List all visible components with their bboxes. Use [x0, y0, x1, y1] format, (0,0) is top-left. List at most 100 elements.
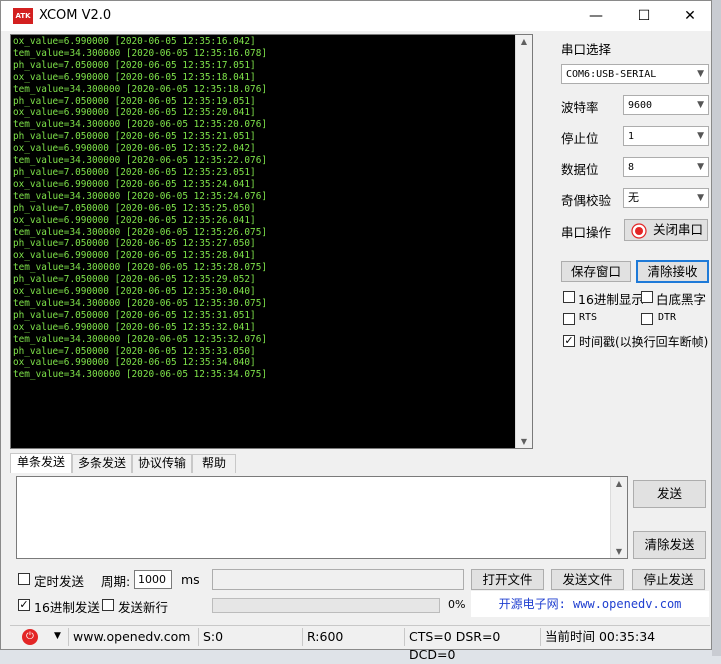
chevron-down-icon: ▼ — [697, 193, 704, 203]
receive-log-line: ph_value=7.050000 [2020-06-05 12:35:21.0… — [13, 131, 256, 143]
receive-log-line: tem_value=34.300000 [2020-06-05 12:35:28… — [13, 262, 267, 274]
tab-single-send[interactable]: 单条发送 — [10, 453, 72, 473]
status-bar: ⏻ ▼ www.openedv.com S:0 R:600 CTS=0 DSR=… — [10, 625, 710, 662]
tab-protocol-transfer[interactable]: 协议传输 — [132, 454, 192, 473]
receive-log-line: ox_value=6.990000 [2020-06-05 12:35:18.0… — [13, 71, 256, 83]
period-input[interactable]: 1000 — [134, 570, 172, 589]
port-select[interactable]: COM6:USB-SERIAL ▼ — [561, 64, 709, 84]
new-line-checkbox[interactable] — [102, 599, 114, 611]
close-port-label: 关闭串口 — [653, 222, 704, 237]
send-input-area[interactable]: ▲ ▼ — [16, 476, 628, 559]
receive-log-line: ox_value=6.990000 [2020-06-05 12:35:32.0… — [13, 321, 256, 333]
file-path-field[interactable] — [212, 569, 464, 590]
white-background-label: 白底黑字 — [656, 292, 707, 307]
xcom-window: ATK XCOM V2.0 — ☐ ✕ ox_value=6.990000 [2… — [0, 0, 712, 662]
receive-log-line: ph_value=7.050000 [2020-06-05 12:35:31.0… — [13, 309, 256, 321]
receive-log-line: ox_value=6.990000 [2020-06-05 12:35:20.0… — [13, 107, 256, 119]
dtr-checkbox[interactable] — [641, 313, 653, 325]
save-window-button[interactable]: 保存窗口 — [561, 261, 631, 282]
receive-log-line: tem_value=34.300000 [2020-06-05 12:35:30… — [13, 297, 267, 309]
port-status-icon — [631, 223, 647, 239]
rts-checkbox[interactable] — [563, 313, 575, 325]
timed-send-checkbox[interactable] — [18, 573, 30, 585]
receive-log-line: ph_value=7.050000 [2020-06-05 12:35:23.0… — [13, 166, 256, 178]
chevron-down-icon: ▼ — [697, 162, 704, 172]
hex-send-label: 16进制发送 — [34, 600, 100, 615]
hex-display-checkbox[interactable] — [563, 291, 575, 303]
dropdown-arrow-icon[interactable]: ▼ — [54, 631, 61, 641]
stop-bits-value: 1 — [628, 131, 635, 142]
receive-log-line: ox_value=6.990000 [2020-06-05 12:35:22.0… — [13, 143, 256, 155]
receive-log-line: ox_value=6.990000 [2020-06-05 12:35:34.0… — [13, 357, 256, 369]
power-icon[interactable]: ⏻ — [22, 629, 38, 645]
period-label: 周期: — [101, 574, 131, 589]
hex-send-checkbox[interactable]: ✓ — [18, 599, 30, 611]
rts-label: RTS — [579, 312, 598, 323]
clear-send-button[interactable]: 清除发送 — [633, 531, 706, 559]
receive-area[interactable]: ox_value=6.990000 [2020-06-05 12:35:16.0… — [10, 34, 533, 449]
baud-rate-label: 波特率 — [561, 100, 599, 115]
receive-log-line: tem_value=34.300000 [2020-06-05 12:35:34… — [13, 369, 267, 381]
scroll-down-icon[interactable]: ▼ — [611, 547, 627, 556]
data-bits-label: 数据位 — [561, 162, 599, 177]
chevron-down-icon: ▼ — [697, 131, 704, 141]
receive-log-line: tem_value=34.300000 [2020-06-05 12:35:20… — [13, 119, 267, 131]
receive-scrollbar[interactable]: ▲ ▼ — [515, 35, 532, 448]
stop-bits-select[interactable]: 1 ▼ — [623, 126, 709, 146]
send-scrollbar[interactable]: ▲ ▼ — [610, 477, 627, 558]
receive-log-line: ox_value=6.990000 [2020-06-05 12:35:28.0… — [13, 250, 256, 262]
parity-value: 无 — [628, 191, 639, 204]
window-title: XCOM V2.0 — [39, 8, 112, 23]
title-bar: ATK XCOM V2.0 — ☐ ✕ — [1, 1, 711, 31]
status-received-count: R:600 — [302, 628, 404, 646]
parity-label: 奇偶校验 — [561, 193, 612, 208]
receive-log-line: ox_value=6.990000 [2020-06-05 12:35:16.0… — [13, 36, 256, 47]
receive-log-line: tem_value=34.300000 [2020-06-05 12:35:24… — [13, 190, 267, 202]
maximize-button[interactable]: ☐ — [621, 1, 667, 31]
send-progress-bar — [212, 598, 440, 613]
port-select-value: COM6:USB-SERIAL — [566, 69, 657, 80]
receive-log-line: tem_value=34.300000 [2020-06-05 12:35:16… — [13, 47, 267, 59]
baud-rate-select[interactable]: 9600 ▼ — [623, 95, 709, 115]
send-button[interactable]: 发送 — [633, 480, 706, 508]
receive-log-line: tem_value=34.300000 [2020-06-05 12:35:18… — [13, 83, 267, 95]
scroll-up-icon[interactable]: ▲ — [516, 37, 532, 46]
promo-link[interactable]: 开源电子网: www.openedv.com — [471, 591, 709, 617]
parity-select[interactable]: 无 ▼ — [623, 188, 709, 208]
data-bits-value: 8 — [628, 162, 635, 173]
stop-send-button[interactable]: 停止发送 — [632, 569, 705, 590]
receive-log-line: tem_value=34.300000 [2020-06-05 12:35:32… — [13, 333, 267, 345]
dtr-label: DTR — [658, 312, 677, 323]
receive-log-line: ph_value=7.050000 [2020-06-05 12:35:25.0… — [13, 202, 256, 214]
timestamp-label: 时间戳(以换行回车断帧) — [579, 335, 709, 349]
status-website[interactable]: www.openedv.com — [68, 628, 198, 646]
receive-log-line: ph_value=7.050000 [2020-06-05 12:35:19.0… — [13, 95, 256, 107]
close-port-button[interactable]: 关闭串口 — [624, 219, 708, 241]
receive-log-line: ox_value=6.990000 [2020-06-05 12:35:30.0… — [13, 286, 256, 298]
minimize-button[interactable]: — — [573, 1, 619, 31]
tab-help[interactable]: 帮助 — [192, 454, 236, 473]
tab-multi-send[interactable]: 多条发送 — [72, 454, 132, 473]
send-file-button[interactable]: 发送文件 — [551, 569, 624, 590]
receive-log-line: tem_value=34.300000 [2020-06-05 12:35:22… — [13, 155, 267, 167]
new-line-label: 发送新行 — [118, 600, 169, 615]
status-sent-count: S:0 — [198, 628, 302, 646]
timestamp-checkbox[interactable]: ✓ — [563, 335, 575, 347]
scroll-up-icon[interactable]: ▲ — [611, 479, 627, 488]
white-background-checkbox[interactable] — [641, 291, 653, 303]
data-bits-select[interactable]: 8 ▼ — [623, 157, 709, 177]
baud-rate-value: 9600 — [628, 100, 653, 111]
receive-log-line: ph_value=7.050000 [2020-06-05 12:35:33.0… — [13, 345, 256, 357]
receive-log-line: ph_value=7.050000 [2020-06-05 12:35:29.0… — [13, 274, 256, 286]
send-progress-text: 0% — [448, 598, 466, 611]
open-file-button[interactable]: 打开文件 — [471, 569, 544, 590]
scroll-down-icon[interactable]: ▼ — [516, 437, 532, 446]
close-window-button[interactable]: ✕ — [667, 1, 713, 31]
chevron-down-icon: ▼ — [697, 69, 704, 79]
background-desktop — [712, 0, 721, 656]
status-signals: CTS=0 DSR=0 DCD=0 — [404, 628, 540, 662]
chevron-down-icon: ▼ — [697, 100, 704, 110]
clear-receive-button[interactable]: 清除接收 — [636, 260, 709, 283]
receive-log-line: ox_value=6.990000 [2020-06-05 12:35:26.0… — [13, 214, 256, 226]
stop-bits-label: 停止位 — [561, 131, 599, 146]
